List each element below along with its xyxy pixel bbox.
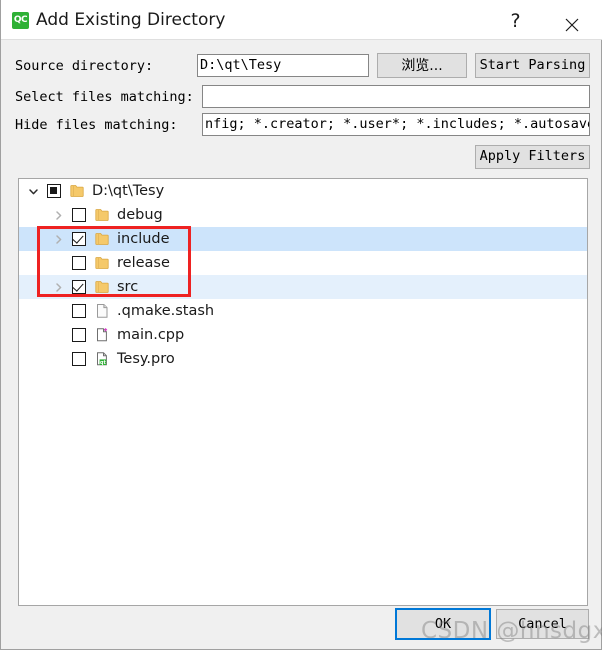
ok-button[interactable]: OK — [395, 608, 491, 640]
tree-expander-placeholder — [52, 329, 65, 342]
tree-item-label: src — [117, 279, 139, 295]
tree-item-label: D:\qt\Tesy — [92, 183, 165, 199]
folder-icon — [93, 206, 111, 224]
tree-item-label: debug — [117, 207, 163, 223]
folder-icon — [68, 182, 86, 200]
tree-item-checkbox[interactable] — [72, 304, 86, 318]
tree-item-checkbox[interactable] — [72, 232, 86, 246]
title-bar: QC Add Existing Directory ? — [1, 0, 602, 40]
help-icon[interactable]: ? — [493, 0, 538, 40]
qt-creator-icon: QC — [12, 12, 29, 29]
chevron-right-icon[interactable] — [52, 233, 65, 246]
cancel-button[interactable]: Cancel — [496, 609, 589, 639]
tree-row[interactable]: D:\qt\Tesy — [19, 179, 587, 203]
tree-item-checkbox[interactable] — [47, 184, 61, 198]
tree-row[interactable]: .qmake.stash — [19, 299, 587, 323]
file-plain-icon — [93, 302, 111, 320]
apply-filters-button[interactable]: Apply Filters — [475, 145, 590, 169]
tree-row[interactable]: qt Tesy.pro — [19, 347, 587, 371]
tree-item-checkbox[interactable] — [72, 352, 86, 366]
tree-row[interactable]: release — [19, 251, 587, 275]
tree-row[interactable]: include — [19, 227, 587, 251]
file-qt-pro-icon: qt — [93, 350, 111, 368]
source-directory-label: Source directory: — [15, 58, 154, 74]
tree-item-label: release — [117, 255, 170, 271]
svg-text:qt: qt — [100, 360, 106, 366]
chevron-right-icon[interactable] — [52, 281, 65, 294]
window-title: Add Existing Directory — [36, 10, 226, 30]
close-icon[interactable] — [549, 0, 594, 40]
start-parsing-button[interactable]: Start Parsing — [475, 53, 590, 78]
hide-files-label: Hide files matching: — [15, 117, 178, 133]
select-files-input[interactable] — [202, 85, 590, 108]
browse-button[interactable]: 浏览... — [377, 53, 467, 78]
folder-icon — [93, 230, 111, 248]
folder-icon — [93, 254, 111, 272]
source-directory-input[interactable]: D:\qt\Tesy — [197, 54, 369, 77]
chevron-down-icon[interactable] — [27, 185, 40, 198]
tree-expander-placeholder — [52, 257, 65, 270]
add-existing-directory-dialog: QC Add Existing Directory ? Source direc… — [0, 0, 602, 650]
tree-item-checkbox[interactable] — [72, 256, 86, 270]
tree-item-checkbox[interactable] — [72, 280, 86, 294]
tree-item-label: include — [117, 231, 170, 247]
folder-icon — [93, 278, 111, 296]
tree-item-checkbox[interactable] — [72, 328, 86, 342]
tree-item-label: main.cpp — [117, 327, 185, 343]
tree-row[interactable]: src — [19, 275, 587, 299]
tree-expander-placeholder — [52, 305, 65, 318]
tree-row[interactable]: debug — [19, 203, 587, 227]
file-cpp-icon — [93, 326, 111, 344]
chevron-right-icon[interactable] — [52, 209, 65, 222]
tree-item-label: .qmake.stash — [117, 303, 215, 319]
tree-expander-placeholder — [52, 353, 65, 366]
select-files-label: Select files matching: — [15, 89, 194, 105]
tree-item-checkbox[interactable] — [72, 208, 86, 222]
tree-row[interactable]: main.cpp — [19, 323, 587, 347]
hide-files-input[interactable]: nfig; *.creator; *.user*; *.includes; *.… — [202, 113, 590, 136]
tree-item-label: Tesy.pro — [117, 351, 175, 367]
directory-tree[interactable]: D:\qt\Tesy debug include release src .qmake.s… — [18, 178, 588, 606]
